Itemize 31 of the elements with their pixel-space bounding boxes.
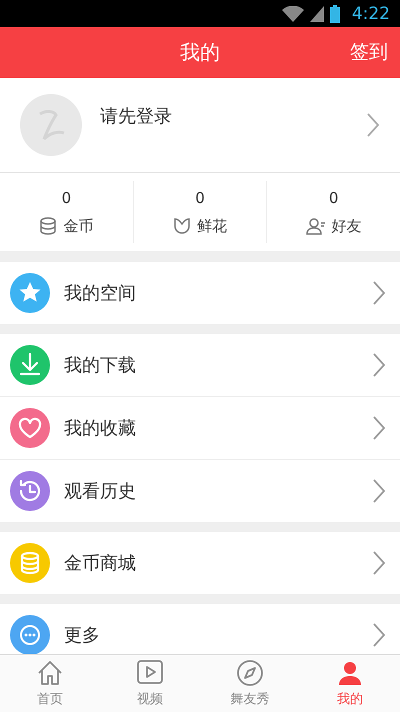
menu-item[interactable]: 我的下载 <box>64 353 372 377</box>
tab-bar-item[interactable]: 我的 <box>300 655 400 712</box>
stat-label[interactable]: 金币 <box>63 216 94 236</box>
battery-icon <box>330 4 340 22</box>
avatar[interactable] <box>20 94 82 156</box>
check-in-button[interactable]: 签到 <box>350 39 388 65</box>
play-icon <box>136 659 164 687</box>
chevron-right-icon <box>372 622 386 648</box>
page-title: 我的 <box>180 39 220 66</box>
user-icon <box>336 659 364 687</box>
stat-label[interactable]: 好友 <box>332 216 362 236</box>
coin-stack-icon <box>39 217 58 235</box>
chevron-right-icon <box>372 550 386 576</box>
compass-icon <box>236 659 264 687</box>
user-icon <box>306 217 326 235</box>
flower-icon <box>173 217 191 235</box>
stat-value: 0 <box>328 188 338 206</box>
menu-item[interactable]: 观看历史 <box>64 479 372 503</box>
signal-icon <box>310 6 324 22</box>
stat-label[interactable]: 鲜花 <box>197 216 227 236</box>
home-icon <box>36 659 64 687</box>
stat-value: 0 <box>62 188 72 206</box>
chevron-right-icon <box>372 478 386 504</box>
chevron-right-icon <box>372 352 386 378</box>
clock-time: 4:22 <box>352 4 390 24</box>
login-prompt[interactable]: 请先登录 <box>100 104 366 128</box>
menu-item[interactable]: 我的收藏 <box>64 416 372 440</box>
chevron-right-icon <box>372 415 386 441</box>
stat-value: 0 <box>195 188 205 206</box>
chevron-right-icon <box>372 280 386 306</box>
wifi-icon <box>282 6 304 22</box>
